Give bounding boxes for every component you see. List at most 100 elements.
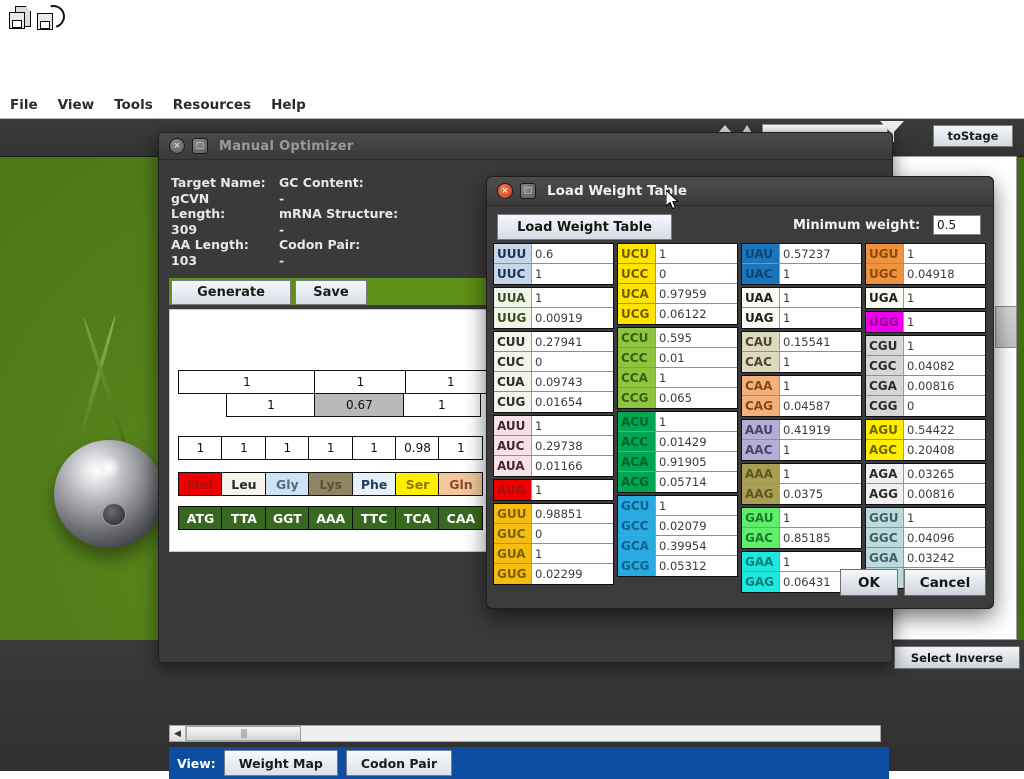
amino-acid-cell[interactable]: Leu <box>221 472 266 496</box>
codon-weight-input[interactable]: 0.39954 <box>655 536 737 555</box>
codon-weight-input[interactable]: 0 <box>531 524 613 543</box>
codon-weight-input[interactable]: 0.98851 <box>531 504 613 523</box>
codon-cell[interactable]: CAA <box>438 506 483 530</box>
codon-cell[interactable]: AAA <box>308 506 353 530</box>
weight-map-cell[interactable]: 1 <box>308 436 353 460</box>
codon-weight-input[interactable]: 0.57237 <box>779 244 861 263</box>
close-icon[interactable]: × <box>497 183 513 199</box>
tab-weight-map[interactable]: Weight Map <box>224 750 338 776</box>
codon-weight-input[interactable]: 0.00816 <box>903 376 985 395</box>
codon-weight-input[interactable]: 0.29738 <box>531 436 613 455</box>
codon-weight-input[interactable]: 1 <box>779 376 861 395</box>
cancel-button[interactable]: Cancel <box>904 569 986 596</box>
codon-weight-input[interactable]: 1 <box>531 264 613 284</box>
codon-weight-input[interactable]: 0.04096 <box>903 528 985 547</box>
maximize-icon[interactable]: □ <box>520 183 536 199</box>
weight-map-cell[interactable]: 1 <box>352 436 397 460</box>
weight-map-cell[interactable]: 1 <box>178 370 316 394</box>
codon-weight-input[interactable]: 0.05714 <box>655 472 737 492</box>
codon-cell[interactable]: TTC <box>352 506 397 530</box>
codon-weight-input[interactable]: 0.01429 <box>655 432 737 451</box>
menu-item-file[interactable]: File <box>10 97 38 113</box>
codon-weight-input[interactable]: 0.01166 <box>531 456 613 476</box>
weight-map-cell[interactable]: 1 <box>405 370 497 394</box>
codon-weight-input[interactable]: 0.04082 <box>903 356 985 375</box>
right-panel-scrollbar-thumb[interactable] <box>995 306 1017 348</box>
codon-weight-input[interactable]: 0.06122 <box>655 304 737 324</box>
weight-map-cell[interactable]: 1 <box>221 436 266 460</box>
codon-weight-input[interactable]: 1 <box>531 288 613 307</box>
codon-weight-input[interactable]: 0.20408 <box>903 440 985 460</box>
codon-weight-input[interactable]: 1 <box>903 312 985 332</box>
codon-weight-input[interactable]: 1 <box>779 288 861 307</box>
save-document-icon[interactable] <box>6 6 32 31</box>
codon-weight-input[interactable]: 1 <box>655 244 737 263</box>
menu-item-tools[interactable]: Tools <box>114 97 153 113</box>
codon-cell[interactable]: ATG <box>178 506 223 530</box>
close-icon[interactable]: × <box>169 138 185 154</box>
codon-weight-input[interactable]: 1 <box>779 308 861 328</box>
maximize-icon[interactable]: □ <box>192 138 208 154</box>
codon-weight-input[interactable]: 0.6 <box>531 244 613 263</box>
tab-codon-pair[interactable]: Codon Pair <box>346 750 452 776</box>
amino-acid-cell[interactable]: Gly <box>265 472 310 496</box>
codon-weight-input[interactable]: 0 <box>903 396 985 416</box>
codon-weight-input[interactable]: 1 <box>779 264 861 284</box>
weight-map-cell[interactable]: 1 <box>178 436 223 460</box>
amino-acid-cell[interactable]: Phe <box>352 472 397 496</box>
codon-weight-input[interactable]: 0.04587 <box>779 396 861 416</box>
codon-weight-input[interactable]: 0.91905 <box>655 452 737 471</box>
codon-weight-input[interactable]: 0.04918 <box>903 264 985 284</box>
codon-weight-input[interactable]: 0.05312 <box>655 556 737 576</box>
codon-cell[interactable]: GGT <box>265 506 310 530</box>
undo-arc-icon[interactable] <box>36 6 62 31</box>
codon-weight-input[interactable]: 0 <box>531 352 613 371</box>
weight-map-cell[interactable]: 1 <box>226 393 316 417</box>
menu-item-help[interactable]: Help <box>271 97 306 113</box>
codon-weight-input[interactable]: 0 <box>655 264 737 283</box>
codon-weight-input[interactable]: 0.27941 <box>531 332 613 351</box>
codon-weight-input[interactable]: 0.00919 <box>531 308 613 328</box>
codon-weight-input[interactable]: 0.595 <box>655 328 737 347</box>
codon-weight-input[interactable]: 0.065 <box>655 388 737 408</box>
codon-weight-input[interactable]: 1 <box>531 416 613 435</box>
codon-weight-input[interactable]: 0.03265 <box>903 464 985 483</box>
codon-cell[interactable]: TCA <box>395 506 440 530</box>
codon-weight-input[interactable]: 1 <box>779 352 861 372</box>
codon-weight-input[interactable]: 1 <box>655 496 737 515</box>
load-weight-table-titlebar[interactable]: × □ Load Weight Table <box>487 177 993 206</box>
codon-weight-input[interactable]: 1 <box>531 480 613 500</box>
codon-weight-input[interactable]: 1 <box>903 288 985 308</box>
codon-weight-input[interactable]: 0.02299 <box>531 564 613 584</box>
codon-weight-input[interactable]: 0.01654 <box>531 392 613 412</box>
generate-button[interactable]: Generate <box>171 280 291 305</box>
codon-weight-input[interactable]: 1 <box>903 244 985 263</box>
menu-item-view[interactable]: View <box>58 97 94 113</box>
scrollbar-thumb[interactable]: ||| <box>186 726 301 741</box>
weight-map-cell[interactable]: 1 <box>438 436 483 460</box>
codon-weight-input[interactable]: 0.54422 <box>903 420 985 439</box>
codon-weight-input[interactable]: 0.01 <box>655 348 737 367</box>
amino-acid-cell[interactable]: Met <box>178 472 223 496</box>
amino-acid-cell[interactable]: Lys <box>308 472 353 496</box>
codon-weight-input[interactable]: 1 <box>779 464 861 483</box>
codon-weight-input[interactable]: 1 <box>655 412 737 431</box>
codon-weight-input[interactable]: 0.15541 <box>779 332 861 351</box>
manual-optimizer-titlebar[interactable]: × □ Manual Optimizer <box>159 133 892 160</box>
codon-weight-input[interactable]: 1 <box>655 368 737 387</box>
weight-map-cell[interactable]: 0.67 <box>314 393 404 417</box>
codon-weight-input[interactable]: 0.0375 <box>779 484 861 504</box>
codon-cell[interactable]: TTA <box>221 506 266 530</box>
amino-acid-cell[interactable]: Gln <box>438 472 483 496</box>
load-weight-table-button[interactable]: Load Weight Table <box>497 214 672 240</box>
amino-acid-cell[interactable]: Ser <box>395 472 440 496</box>
save-button[interactable]: Save <box>295 280 367 305</box>
horizontal-scrollbar[interactable]: ◀ ||| <box>169 725 881 742</box>
codon-weight-input[interactable]: 1 <box>779 440 861 460</box>
weight-map-cell[interactable]: 1 <box>265 436 310 460</box>
codon-weight-input[interactable]: 0.97959 <box>655 284 737 303</box>
select-inverse-button[interactable]: Select Inverse <box>894 646 1020 669</box>
weight-map-cell[interactable]: 1 <box>314 370 406 394</box>
codon-weight-input[interactable]: 1 <box>903 508 985 527</box>
to-stage-button[interactable]: toStage <box>933 125 1013 147</box>
